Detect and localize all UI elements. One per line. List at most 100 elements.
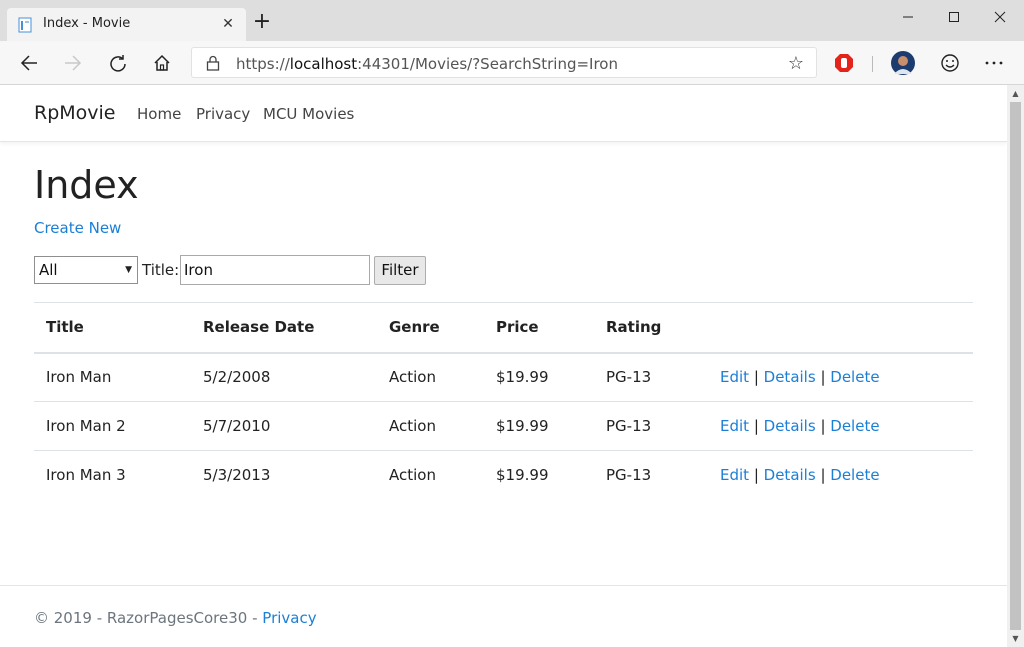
action-separator: | [749, 368, 764, 387]
delete-link[interactable]: Delete [830, 417, 879, 435]
avatar-icon [891, 51, 915, 75]
minimize-button[interactable] [885, 4, 931, 30]
genre-select[interactable]: All ▼ [34, 256, 138, 284]
vertical-scrollbar[interactable]: ▲ ▼ [1007, 85, 1024, 647]
back-button[interactable] [14, 48, 44, 78]
adblock-extension-button[interactable] [830, 49, 858, 77]
maximize-button[interactable] [931, 4, 977, 30]
brand-link[interactable]: RpMovie [34, 102, 116, 124]
cell-actions: Edit | Details | Delete [708, 451, 973, 500]
smiley-icon [941, 54, 959, 72]
cell-genre: Action [389, 466, 436, 485]
cell-actions: Edit | Details | Delete [708, 402, 973, 451]
cell-rating: PG-13 [606, 466, 652, 485]
toolbar-separator [872, 56, 873, 72]
cell-actions: Edit | Details | Delete [708, 353, 973, 402]
cell-date: 5/2/2008 [203, 368, 271, 387]
feedback-button[interactable] [936, 49, 964, 77]
cell-title: Iron Man [46, 368, 112, 387]
ellipsis-icon [985, 61, 1003, 65]
close-window-button[interactable] [977, 4, 1023, 30]
scroll-up-arrow-icon[interactable]: ▲ [1007, 85, 1024, 102]
title-bar: Index - Movie ✕ + [0, 0, 1024, 41]
url-text: https://localhost:44301/Movies/?SearchSt… [236, 55, 618, 73]
edit-link[interactable]: Edit [720, 368, 749, 386]
tab-title: Index - Movie [43, 16, 131, 31]
close-icon [994, 11, 1006, 23]
action-separator: | [749, 466, 764, 485]
refresh-button[interactable] [103, 48, 133, 78]
lock-icon [206, 55, 220, 75]
footer-privacy-link[interactable]: Privacy [262, 609, 316, 627]
header-price: Price [496, 318, 539, 337]
delete-link[interactable]: Delete [830, 466, 879, 484]
cell-price: $19.99 [496, 368, 549, 387]
create-new-link[interactable]: Create New [34, 219, 121, 237]
home-icon [154, 54, 170, 71]
action-separator: | [815, 368, 831, 387]
details-link[interactable]: Details [764, 466, 816, 484]
refresh-icon [110, 55, 126, 72]
delete-link[interactable]: Delete [830, 368, 879, 386]
page-viewport: RpMovie Home Privacy MCU Movies Index Cr… [0, 85, 1007, 647]
title-search-input[interactable]: Iron [180, 255, 370, 285]
nav-home[interactable]: Home [137, 105, 181, 123]
profile-avatar[interactable] [889, 49, 917, 77]
title-label: Title: [142, 261, 180, 279]
arrow-left-icon [20, 55, 37, 71]
edit-link[interactable]: Edit [720, 466, 749, 484]
table-row: Iron Man 5/2/2008 Action $19.99 PG-13 Ed… [34, 353, 973, 402]
new-tab-button[interactable]: + [251, 11, 273, 34]
cell-genre: Action [389, 368, 436, 387]
site-navbar: RpMovie Home Privacy MCU Movies [0, 85, 1007, 142]
header-title: Title [46, 318, 84, 337]
cell-rating: PG-13 [606, 368, 652, 387]
browser-tab[interactable]: Index - Movie ✕ [7, 8, 246, 41]
nav-mcu-movies[interactable]: MCU Movies [263, 105, 354, 123]
site-footer: © 2019 - RazorPagesCore30 - Privacy [0, 585, 1007, 647]
scroll-thumb[interactable] [1010, 102, 1021, 630]
action-separator: | [815, 417, 831, 435]
header-release-date: Release Date [203, 318, 315, 337]
arrow-right-icon [65, 55, 82, 71]
cell-price: $19.99 [496, 417, 549, 435]
movies-table: Title Release Date Genre Price Rating Ir… [34, 302, 973, 500]
header-actions [708, 303, 973, 353]
table-row: Iron Man 3 5/3/2013 Action $19.99 PG-13 … [34, 451, 973, 500]
browser-chrome: Index - Movie ✕ + https://localhost:4430… [0, 0, 1024, 85]
close-tab-icon[interactable]: ✕ [218, 14, 238, 34]
table-row: Iron Man 2 5/7/2010 Action $19.99 PG-13 … [34, 402, 973, 451]
genre-selected-value: All [39, 261, 58, 279]
browser-toolbar: https://localhost:44301/Movies/?SearchSt… [0, 41, 1024, 85]
cell-rating: PG-13 [606, 417, 652, 435]
cell-genre: Action [389, 417, 436, 435]
action-separator: | [815, 466, 831, 485]
scroll-down-arrow-icon[interactable]: ▼ [1007, 630, 1024, 647]
cell-title: Iron Man 3 [46, 466, 126, 485]
favorite-star-icon[interactable]: ☆ [788, 53, 804, 74]
details-link[interactable]: Details [764, 417, 816, 435]
home-button[interactable] [147, 48, 177, 78]
dropdown-arrow-icon: ▼ [125, 265, 132, 275]
forward-button[interactable] [58, 48, 88, 78]
copyright-text: © 2019 - RazorPagesCore30 - [34, 609, 263, 627]
edit-link[interactable]: Edit [720, 417, 749, 435]
minimize-icon [903, 16, 913, 18]
maximize-icon [949, 12, 959, 22]
details-link[interactable]: Details [764, 368, 816, 386]
filter-button[interactable]: Filter [374, 256, 426, 285]
cell-title: Iron Man 2 [46, 417, 126, 435]
action-separator: | [749, 417, 764, 435]
cell-price: $19.99 [496, 466, 549, 485]
header-genre: Genre [389, 318, 440, 337]
cell-date: 5/3/2013 [203, 466, 271, 485]
page-icon [18, 17, 32, 33]
nav-privacy[interactable]: Privacy [196, 105, 250, 123]
table-header-row: Title Release Date Genre Price Rating [34, 302, 973, 353]
more-menu-button[interactable] [980, 49, 1008, 77]
header-rating: Rating [606, 318, 662, 337]
address-bar[interactable]: https://localhost:44301/Movies/?SearchSt… [191, 47, 817, 78]
footer-text: © 2019 - RazorPagesCore30 - Privacy [34, 609, 317, 627]
page-title: Index [34, 163, 139, 207]
cell-date: 5/7/2010 [203, 417, 271, 435]
